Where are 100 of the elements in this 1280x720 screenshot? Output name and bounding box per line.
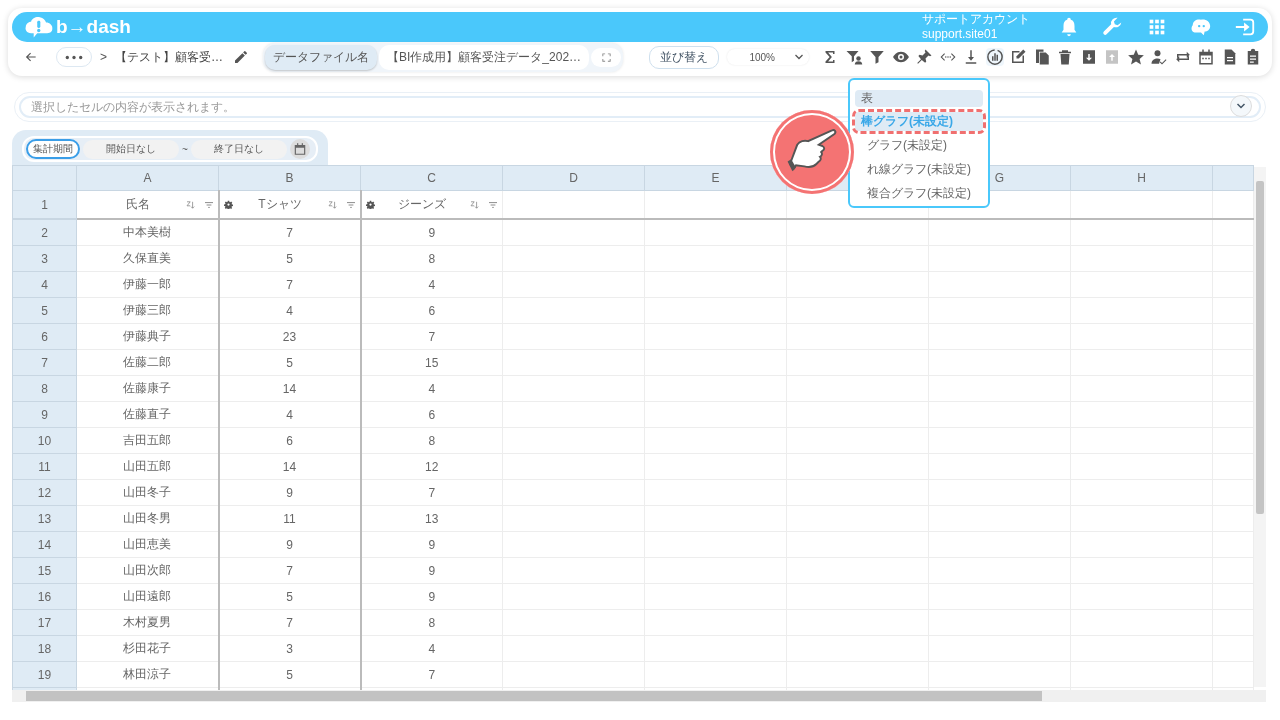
table-cell[interactable]: 14 [218,375,361,402]
table-cell[interactable]: 9 [360,531,503,558]
row-header[interactable]: 15 [12,557,77,584]
table-cell[interactable]: 6 [360,297,503,324]
menu-item[interactable]: 表 [855,90,983,107]
table-cell[interactable]: 山田五郎 [76,453,219,480]
table-cell[interactable]: 8 [360,427,503,454]
table-cell[interactable]: 久保直美 [76,245,219,272]
star-icon[interactable] [1126,48,1145,66]
table-cell[interactable]: 14 [218,453,361,480]
table-cell[interactable]: 8 [360,609,503,636]
table-cell[interactable]: 4 [218,297,361,324]
table-cell[interactable]: 4 [218,401,361,428]
table-cell[interactable]: 7 [218,271,361,298]
row-header[interactable]: 7 [12,349,77,376]
row-header[interactable]: 6 [12,323,77,350]
table-cell[interactable]: 7 [218,557,361,584]
row-header[interactable]: 4 [12,271,77,298]
row-header[interactable]: 11 [12,453,77,480]
vertical-scrollbar[interactable] [1254,167,1266,687]
edit-icon[interactable] [1009,48,1027,66]
zoom-select[interactable]: 100% [727,49,809,65]
table-cell[interactable]: 山田冬子 [76,479,219,506]
table-cell[interactable]: 佐藤二郎 [76,349,219,376]
row-header[interactable]: 10 [12,427,77,454]
filter-icon[interactable] [868,48,886,66]
table-cell[interactable]: 9 [218,531,361,558]
pin-icon[interactable] [915,48,933,66]
table-cell[interactable]: 6 [360,401,503,428]
row-header[interactable]: 2 [12,219,77,246]
sort-button[interactable]: 並び替え [649,45,720,69]
settings-icon[interactable] [365,200,375,209]
row-header[interactable]: 5 [12,297,77,324]
table-cell[interactable]: 伊藤典子 [76,323,219,350]
row-header[interactable]: 12 [12,479,77,506]
table-cell[interactable]: 15 [360,349,503,376]
more-button[interactable] [56,47,92,67]
breadcrumb-title[interactable]: 【テスト】顧客受… [115,48,223,66]
filter-person-icon[interactable] [844,48,863,66]
settings-icon[interactable] [223,200,233,209]
chart-icon[interactable] [985,48,1004,66]
table-cell[interactable]: 5 [218,661,361,688]
start-date-field[interactable]: 開始日なし [83,139,179,159]
table-cell[interactable]: 9 [360,557,503,584]
row-header[interactable]: 19 [12,661,77,688]
trash-icon[interactable] [1056,48,1074,66]
end-date-field[interactable]: 終了日なし [190,139,287,159]
horizontal-scrollbar[interactable] [12,690,1266,702]
table-cell[interactable]: 4 [360,271,503,298]
column-header[interactable]: B [218,165,361,191]
column-header[interactable]: E [644,165,787,191]
column-header[interactable]: A [76,165,219,191]
table-cell[interactable]: 5 [218,245,361,272]
row-header[interactable]: 14 [12,531,77,558]
back-arrow-icon[interactable] [24,50,38,64]
table-cell[interactable]: 5 [218,583,361,610]
column-header[interactable]: D [502,165,645,191]
table-cell[interactable]: 林田涼子 [76,661,219,688]
table-cell[interactable]: 5 [218,349,361,376]
table-cell[interactable]: 7 [360,323,503,350]
table-cell[interactable]: 6 [218,427,361,454]
table-cell[interactable]: 12 [360,453,503,480]
table-cell[interactable]: 11 [218,505,361,532]
user-check-icon[interactable] [1150,48,1168,66]
table-cell[interactable]: 山田次郎 [76,557,219,584]
pencil-icon[interactable] [233,49,249,65]
row-header[interactable]: 17 [12,609,77,636]
table-cell[interactable]: 7 [218,219,361,246]
table-cell[interactable]: 杉田花子 [76,635,219,662]
row-header[interactable]: 1 [12,190,77,219]
row-header[interactable]: 16 [12,583,77,610]
table-cell[interactable]: 吉田五郎 [76,427,219,454]
row-header[interactable]: 18 [12,635,77,662]
table-cell[interactable]: 中本美樹 [76,219,219,246]
table-cell[interactable]: 木村夏男 [76,609,219,636]
data-file-label[interactable]: データファイル名 [265,44,377,70]
table-cell[interactable]: 7 [218,609,361,636]
table-cell[interactable]: 23 [218,323,361,350]
calendar-icon[interactable] [1197,48,1215,66]
table-cell[interactable]: 7 [360,479,503,506]
table-cell[interactable]: 8 [360,245,503,272]
table-cell[interactable]: 佐藤直子 [76,401,219,428]
menu-item[interactable]: グラフ(未設定) [855,136,983,155]
table-cell[interactable]: 山田恵美 [76,531,219,558]
table-cell[interactable]: 伊藤三郎 [76,297,219,324]
table-cell[interactable]: 4 [360,375,503,402]
table-cell[interactable]: 13 [360,505,503,532]
table-cell[interactable]: 9 [360,583,503,610]
row-header[interactable]: 13 [12,505,77,532]
row-header[interactable]: 3 [12,245,77,272]
column-header[interactable]: H [1070,165,1213,191]
row-header[interactable]: 9 [12,401,77,428]
column-header[interactable]: C [360,165,503,191]
table-cell[interactable]: 9 [360,219,503,246]
table-cell[interactable]: 3 [218,635,361,662]
table-cell[interactable]: 4 [360,635,503,662]
data-file-name[interactable]: 【BI作成用】顧客受注データ_202… [379,44,590,70]
table-cell[interactable]: 伊藤一郎 [76,271,219,298]
table-cell[interactable]: 佐藤康子 [76,375,219,402]
table-cell[interactable]: 山田遠郎 [76,583,219,610]
